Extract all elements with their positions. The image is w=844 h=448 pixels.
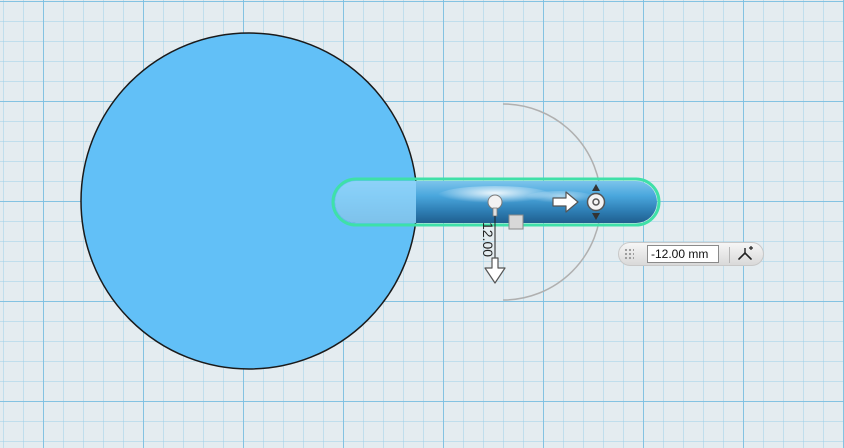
scale-handle[interactable] bbox=[508, 214, 524, 230]
dimension-value-input[interactable] bbox=[647, 245, 719, 263]
snap-toggle-icon bbox=[738, 246, 753, 260]
toolbar-divider bbox=[729, 247, 730, 263]
snap-button[interactable] bbox=[735, 245, 757, 263]
workplane-scene bbox=[80, 32, 661, 370]
dimension-label: 12.00 bbox=[480, 222, 496, 258]
workplane-viewport[interactable]: 12.00 bbox=[0, 0, 844, 448]
arrow-down-icon[interactable] bbox=[484, 257, 506, 284]
dimension-toolbar bbox=[618, 242, 764, 266]
grip-icon[interactable] bbox=[624, 248, 634, 260]
